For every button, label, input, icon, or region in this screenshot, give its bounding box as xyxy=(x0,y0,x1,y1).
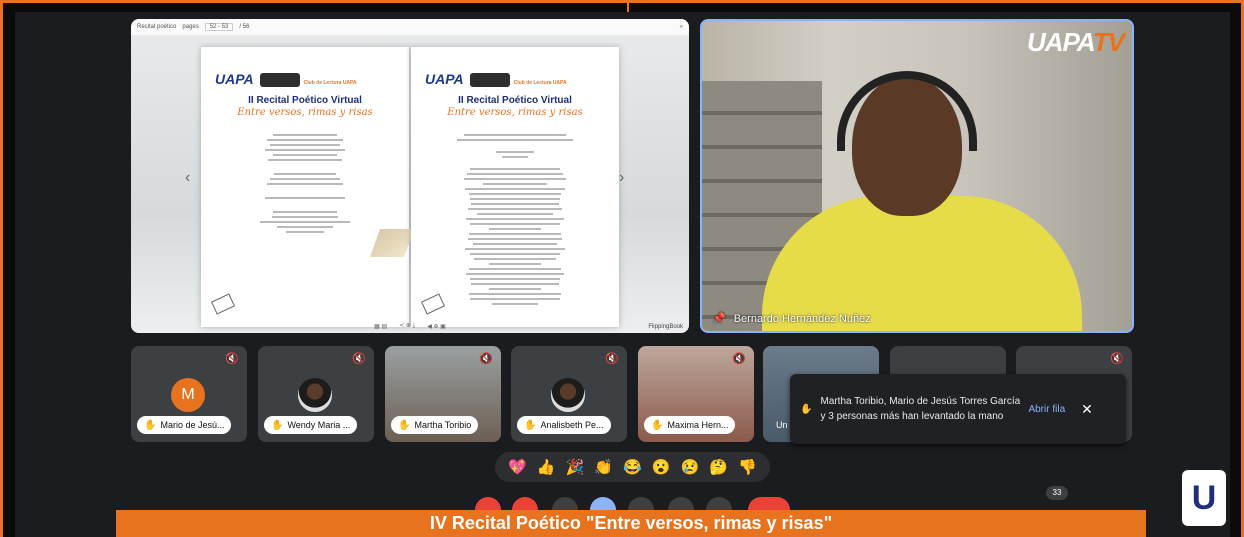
page-subtitle: Entre versos, rimas y risas xyxy=(237,107,373,118)
raised-hand-icon: ✋ xyxy=(398,419,411,431)
page-logo: UAPA Club de Lectura UAPA xyxy=(215,71,357,88)
presentation-tile[interactable]: Recital poético pages 52 - 53 / 56 ⌕ UAP… xyxy=(131,19,689,333)
mic-muted-icon: 🔇 xyxy=(732,353,746,365)
mic-muted-icon: 🔇 xyxy=(605,353,619,365)
participant-name-label: ✋ Maxima Hern... xyxy=(644,416,736,434)
share-icon[interactable]: ≺ ⊕ ⤓ xyxy=(399,322,415,330)
reaction-laugh-icon[interactable]: 😂 xyxy=(623,460,642,475)
open-queue-button[interactable]: Abrir fila xyxy=(1028,404,1065,415)
grid-view-icon[interactable]: ▦ ▤ xyxy=(374,323,387,330)
participant-tile[interactable]: 🔇 ✋ Martha Toribio xyxy=(385,346,501,442)
pages-label: pages xyxy=(182,24,199,30)
page-range-input[interactable]: 52 - 53 xyxy=(204,23,234,31)
reaction-clap-icon[interactable]: 👏 xyxy=(594,460,613,475)
close-icon[interactable]: ✕ xyxy=(1081,401,1093,418)
club-logo-icon xyxy=(259,73,300,88)
page-title: II Recital Poético Virtual xyxy=(248,95,362,106)
paper-plane-icon xyxy=(210,293,236,315)
pin-icon[interactable]: 📌 xyxy=(712,312,726,325)
raised-hands-notification: ✋ Martha Toribio, Mario de Jesús Torres … xyxy=(790,374,1126,444)
uapa-u-logo: U xyxy=(1182,470,1226,526)
mic-muted-icon: 🔇 xyxy=(479,353,493,365)
reaction-heart-icon[interactable]: 💖 xyxy=(508,460,527,475)
mic-muted-icon: 🔇 xyxy=(352,353,366,365)
next-page-icon[interactable]: › xyxy=(619,169,624,187)
sound-zoom-icon[interactable]: ◀ ⊕ ▣ xyxy=(427,323,446,330)
paper-plane-icon xyxy=(420,293,446,315)
book-page-right: UAPA Club de Lectura UAPA II Recital Poét… xyxy=(411,47,619,327)
raised-hand-icon: ✋ xyxy=(800,403,813,415)
frame-notch xyxy=(627,0,629,12)
flippingbook-logo: FlippingBook xyxy=(648,324,683,330)
reaction-sad-icon[interactable]: 😢 xyxy=(681,460,700,475)
page-title: II Recital Poético Virtual xyxy=(458,95,572,106)
reaction-party-icon[interactable]: 🎉 xyxy=(566,460,585,475)
poem-text-block xyxy=(241,131,369,236)
participant-tile[interactable]: 🔇 M ✋ Mario de Jesú... xyxy=(131,346,247,442)
raised-hand-icon: ✋ xyxy=(144,419,157,431)
avatar xyxy=(298,378,332,412)
uapa-tv-logo: UAPATV xyxy=(1026,27,1125,57)
flipbook-title: Recital poético xyxy=(137,24,177,30)
reaction-thinking-icon[interactable]: 🤔 xyxy=(709,460,728,475)
club-logo-icon xyxy=(469,73,510,88)
raised-hand-icon: ✋ xyxy=(271,419,284,431)
speaker-name: Bernardo Hernández Nuñez xyxy=(733,312,871,325)
book-page-left: UAPA Club de Lectura UAPA II Recital Poét… xyxy=(201,47,415,327)
participant-tile[interactable]: 🔇 ✋ Maxima Hern... xyxy=(638,346,754,442)
mic-muted-icon: 🔇 xyxy=(1110,353,1124,365)
reaction-thumbs-up-icon[interactable]: 👍 xyxy=(537,460,556,475)
poem-text-block xyxy=(451,131,579,308)
page-total: / 56 xyxy=(239,24,250,30)
headset-icon xyxy=(837,71,977,151)
notification-text: Martha Toribio, Mario de Jesús Torres Ga… xyxy=(820,396,1021,422)
avatar: M xyxy=(171,378,205,412)
event-title-banner: IV Recital Poético "Entre versos, rimas … xyxy=(116,510,1146,537)
speaker-name-label: 📌 Bernardo Hernández Nuñez xyxy=(712,312,871,326)
participant-name-label: ✋ Wendy Maria ... xyxy=(264,416,358,434)
participant-tile[interactable]: 🔇 ✋ Wendy Maria ... xyxy=(258,346,374,442)
avatar xyxy=(551,378,585,412)
page-logo: UAPA Club de Lectura UAPA xyxy=(425,71,567,88)
participant-name-label: ✋ Mario de Jesú... xyxy=(137,416,232,434)
participant-count-badge: 33 xyxy=(1046,486,1068,500)
pencil-decoration-icon xyxy=(369,229,415,257)
prev-page-icon[interactable]: ‹ xyxy=(185,169,190,187)
participant-tile[interactable]: 🔇 ✋ Analisbeth Pe... xyxy=(511,346,627,442)
page-subtitle: Entre versos, rimas y risas xyxy=(447,107,583,118)
reaction-thumbs-down-icon[interactable]: 👎 xyxy=(738,460,757,475)
search-icon[interactable]: ⌕ xyxy=(680,24,683,31)
reactions-bar: 💖 👍 🎉 👏 😂 😮 😢 🤔 👎 xyxy=(495,452,770,482)
raised-hand-icon: ✋ xyxy=(524,419,537,431)
flipbook-toolbar: Recital poético pages 52 - 53 / 56 ⌕ xyxy=(131,19,689,35)
participant-name-label: ✋ Martha Toribio xyxy=(391,416,479,434)
flipbook-bottom-toolbar: ▦ ▤ ≺ ⊕ ⤓ ◀ ⊕ ▣ xyxy=(131,319,689,333)
mic-muted-icon: 🔇 xyxy=(225,353,239,365)
raised-hand-icon: ✋ xyxy=(651,419,664,431)
reaction-surprised-icon[interactable]: 😮 xyxy=(652,460,671,475)
participant-name-label: ✋ Analisbeth Pe... xyxy=(517,416,611,434)
active-speaker-tile[interactable]: UAPATV 📌 Bernardo Hernández Nuñez xyxy=(700,19,1134,333)
